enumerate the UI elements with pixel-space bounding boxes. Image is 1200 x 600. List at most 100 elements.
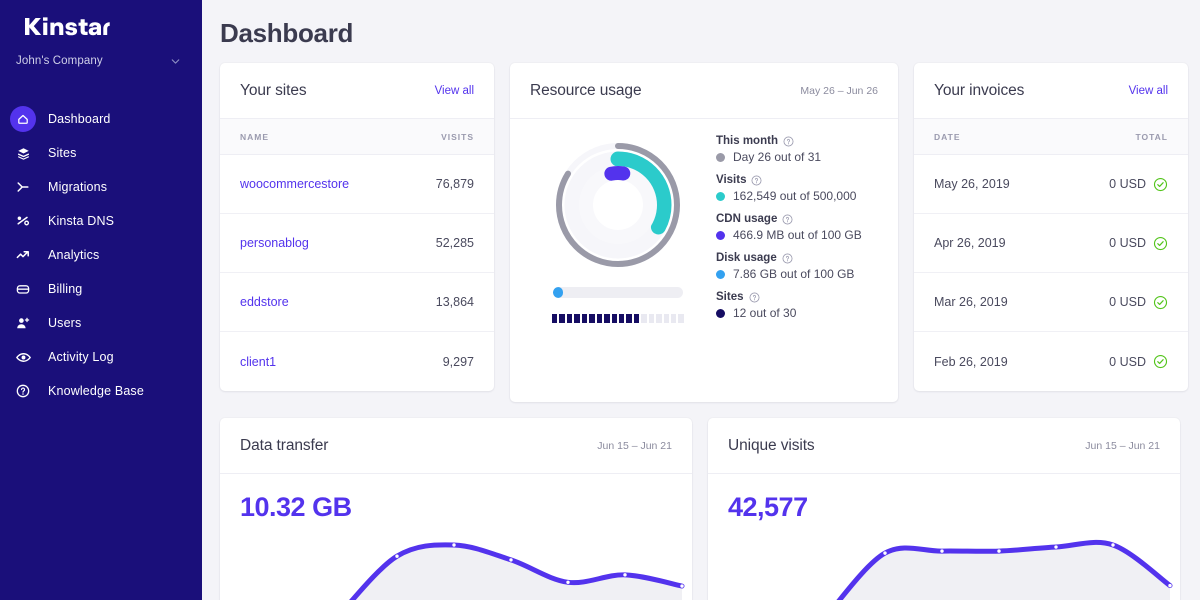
top-cards-row: Your sites View all NAME VISITS woocomme… (202, 49, 1200, 402)
sites-view-all-link[interactable]: View all (435, 85, 474, 97)
metric-visits: Visits 162,549 out of 500,000 (716, 174, 878, 203)
table-row[interactable]: Feb 26, 2019 0 USD (914, 332, 1188, 391)
company-switcher[interactable]: John's Company (0, 48, 202, 74)
sidebar-item-label: Knowledge Base (48, 384, 144, 398)
sidebar-item-label: Dashboard (48, 112, 111, 126)
site-name-link[interactable]: personablog (240, 236, 309, 250)
site-square (559, 314, 565, 323)
brand-logo[interactable] (0, 0, 202, 46)
sidebar-item-label: Migrations (48, 180, 108, 194)
sidebar-item-label: Sites (48, 146, 77, 160)
sidebar-item-label: Activity Log (48, 350, 114, 364)
sparkline-point (1168, 583, 1172, 588)
sparkline-point (566, 580, 570, 584)
disk-usage-bar-fill (553, 287, 564, 298)
site-visits-value: 13,864 (435, 295, 474, 309)
site-square (574, 314, 580, 323)
table-row[interactable]: client1 9,297 (220, 332, 494, 391)
card-title: Data transfer (240, 436, 329, 454)
table-header: DATE TOTAL (914, 119, 1188, 155)
site-square (671, 314, 677, 323)
card-title: Unique visits (728, 436, 815, 454)
dashboard-app: John's Company Dashboard Sites Migration… (0, 0, 1200, 600)
column-header-total: TOTAL (1135, 131, 1168, 142)
chart-date-range: Jun 15 – Jun 21 (597, 439, 672, 452)
bottom-cards-row: Data transfer Jun 15 – Jun 21 10.32 GB U… (202, 402, 1200, 600)
sidebar-nav: Dashboard Sites Migrations Kinsta DNS An… (0, 102, 202, 408)
question-circle-icon[interactable] (749, 292, 760, 303)
your-sites-card: Your sites View all NAME VISITS woocomme… (220, 63, 494, 391)
question-circle-icon[interactable] (751, 175, 762, 186)
sidebar-item-users[interactable]: Users (0, 306, 202, 340)
main-content: Dashboard Your sites View all NAME VISIT… (202, 0, 1200, 600)
check-circle-icon (1153, 177, 1168, 191)
question-circle-icon[interactable] (782, 253, 793, 264)
question-circle-icon[interactable] (783, 136, 794, 147)
disk-usage-bar (553, 287, 683, 298)
sparkline-point (623, 573, 627, 577)
sidebar-item-activity-log[interactable]: Activity Log (0, 340, 202, 374)
home-icon (10, 106, 36, 132)
invoice-date: Apr 26, 2019 (934, 236, 1006, 250)
metric-label: CDN usage (716, 213, 778, 225)
site-square (626, 314, 632, 323)
chevron-down-icon (171, 58, 180, 64)
metric-value: 466.9 MB out of 100 GB (733, 228, 862, 242)
sparkline-point (452, 543, 456, 547)
sidebar-item-billing[interactable]: Billing (0, 272, 202, 306)
site-name-link[interactable]: client1 (240, 355, 276, 369)
site-name-link[interactable]: woocommercestore (240, 177, 349, 191)
sparkline-point (509, 558, 513, 562)
site-square (633, 314, 640, 323)
sidebar-item-analytics[interactable]: Analytics (0, 238, 202, 272)
analytics-icon (10, 242, 36, 268)
sidebar-item-sites[interactable]: Sites (0, 136, 202, 170)
migration-icon (10, 174, 36, 200)
site-square (604, 314, 610, 323)
site-square (596, 314, 603, 323)
your-invoices-card: Your invoices View all DATE TOTAL May 26… (914, 63, 1188, 391)
invoice-date: Feb 26, 2019 (934, 354, 1008, 369)
sidebar-item-kinsta-dns[interactable]: Kinsta DNS (0, 204, 202, 238)
sidebar-item-knowledge-base[interactable]: Knowledge Base (0, 374, 202, 408)
site-name-link[interactable]: eddstore (240, 295, 289, 309)
sidebar-item-label: Users (48, 316, 82, 330)
sidebar-item-label: Kinsta DNS (48, 214, 115, 228)
metric-label: Disk usage (716, 252, 777, 264)
question-circle-icon[interactable] (782, 214, 793, 225)
metric-disk-usage: Disk usage 7.86 GB out of 100 GB (716, 252, 878, 281)
site-square (611, 314, 617, 323)
site-square (581, 314, 588, 323)
invoice-total: 0 USD (1109, 295, 1146, 309)
invoice-total: 0 USD (1109, 236, 1146, 250)
sidebar: John's Company Dashboard Sites Migration… (0, 0, 202, 600)
table-row[interactable]: May 26, 2019 0 USD (914, 155, 1188, 214)
invoices-view-all-link[interactable]: View all (1129, 85, 1168, 97)
data-transfer-value: 10.32 GB (240, 492, 352, 522)
table-row[interactable]: personablog 52,285 (220, 214, 494, 273)
table-row[interactable]: woocommercestore 76,879 (220, 155, 494, 214)
column-header-visits: VISITS (441, 131, 474, 142)
table-row[interactable]: Mar 26, 2019 0 USD (914, 273, 1188, 332)
sidebar-item-migrations[interactable]: Migrations (0, 170, 202, 204)
metric-label: Sites (716, 291, 744, 303)
unique-visits-value: 42,577 (728, 492, 808, 522)
invoice-date: May 26, 2019 (934, 177, 1010, 191)
site-square (641, 314, 647, 323)
sidebar-item-dashboard[interactable]: Dashboard (0, 102, 202, 136)
company-name: John's Company (16, 55, 103, 67)
sites-usage-squares (552, 314, 684, 323)
table-row[interactable]: eddstore 13,864 (220, 273, 494, 332)
eye-icon (10, 344, 36, 370)
metric-value: Day 26 out of 31 (733, 150, 822, 164)
metric-value: 162,549 out of 500,000 (733, 189, 857, 203)
data-transfer-sparkline (349, 542, 685, 600)
layers-icon (10, 140, 36, 166)
table-row[interactable]: Apr 26, 2019 0 USD (914, 214, 1188, 273)
sidebar-item-label: Billing (48, 282, 83, 296)
sparkline-point (997, 549, 1001, 553)
metric-label: Visits (716, 174, 747, 186)
resource-visuals (530, 133, 706, 384)
card-header: Your invoices View all (914, 63, 1188, 119)
metric-label: This month (716, 135, 778, 147)
